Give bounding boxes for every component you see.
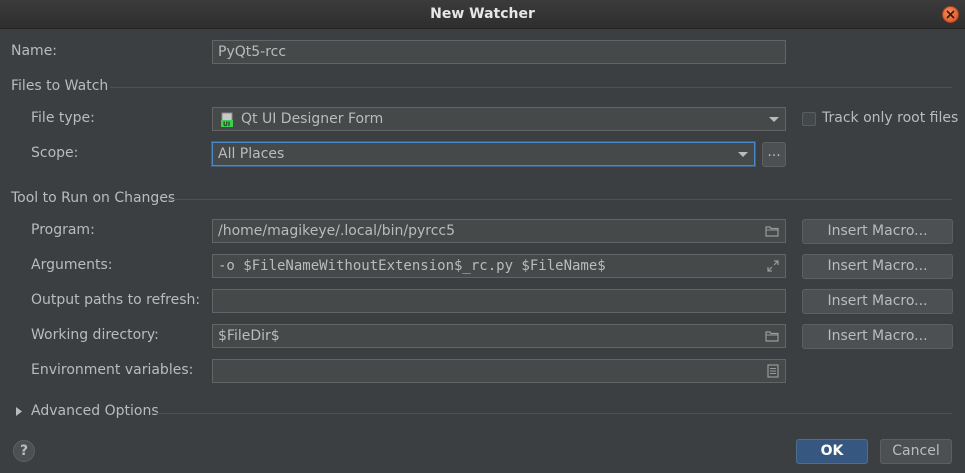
expand-icon[interactable] <box>767 260 779 272</box>
title-bar: New Watcher <box>0 0 965 29</box>
track-only-root-files-checkbox[interactable] <box>802 112 816 126</box>
ok-button[interactable]: OK <box>796 439 868 464</box>
scope-browse-button[interactable]: ... <box>762 142 786 167</box>
chevron-down-icon <box>769 117 779 122</box>
folder-icon[interactable] <box>765 224 779 238</box>
section-divider <box>153 413 952 414</box>
arguments-input[interactable]: -o $FileNameWithoutExtension$_rc.py $Fil… <box>212 254 786 278</box>
file-type-value: Qt UI Designer Form <box>241 111 384 127</box>
cancel-button[interactable]: Cancel <box>880 439 952 464</box>
working-directory-label: Working directory: <box>31 327 159 343</box>
name-label: Name: <box>11 43 58 59</box>
working-directory-value: $FileDir$ <box>218 328 280 344</box>
advanced-options-toggle[interactable]: Advanced Options <box>31 403 159 419</box>
name-input[interactable]: PyQt5-rcc <box>212 40 786 64</box>
scope-dropdown[interactable]: All Places <box>212 142 755 166</box>
folder-icon[interactable] <box>765 329 779 343</box>
environment-variables-label: Environment variables: <box>31 362 194 378</box>
output-paths-input[interactable] <box>212 289 786 313</box>
environment-variables-input[interactable] <box>212 359 786 383</box>
section-divider <box>168 199 952 200</box>
close-icon <box>946 10 955 19</box>
working-directory-input[interactable]: $FileDir$ <box>212 324 786 348</box>
program-insert-macro-button[interactable]: Insert Macro... <box>802 219 953 244</box>
output-paths-label: Output paths to refresh: <box>31 292 201 308</box>
window-title: New Watcher <box>430 6 535 22</box>
program-label: Program: <box>31 222 95 238</box>
scope-label: Scope: <box>31 145 79 161</box>
working-directory-insert-macro-button[interactable]: Insert Macro... <box>802 324 953 349</box>
files-to-watch-heading: Files to Watch <box>11 78 109 94</box>
track-only-root-files-label: Track only root files <box>822 110 959 126</box>
arguments-label: Arguments: <box>31 257 113 273</box>
tool-to-run-heading: Tool to Run on Changes <box>11 190 176 206</box>
svg-text:UI: UI <box>223 121 230 128</box>
arguments-insert-macro-button[interactable]: Insert Macro... <box>802 254 953 279</box>
scope-value: All Places <box>218 146 285 162</box>
section-divider <box>110 87 952 88</box>
close-button[interactable] <box>942 6 959 23</box>
chevron-right-icon[interactable] <box>16 407 22 416</box>
file-type-dropdown[interactable]: UI Qt UI Designer Form <box>212 107 786 131</box>
program-value: /home/magikeye/.local/bin/pyrcc5 <box>218 223 456 239</box>
qt-ui-file-icon: UI <box>221 112 233 128</box>
file-type-label: File type: <box>31 110 95 126</box>
chevron-down-icon <box>738 152 748 157</box>
program-input[interactable]: /home/magikeye/.local/bin/pyrcc5 <box>212 219 786 243</box>
output-paths-insert-macro-button[interactable]: Insert Macro... <box>802 289 953 314</box>
help-button[interactable]: ? <box>13 440 35 462</box>
arguments-value: -o $FileNameWithoutExtension$_rc.py $Fil… <box>218 258 606 274</box>
document-icon[interactable] <box>767 364 779 378</box>
